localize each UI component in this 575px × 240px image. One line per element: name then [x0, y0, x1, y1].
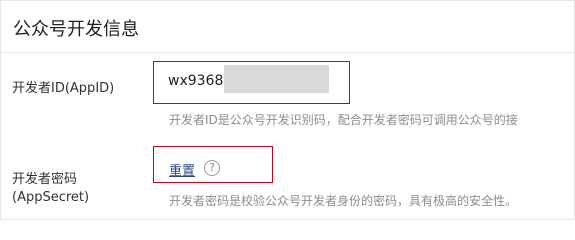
appsecret-label-sub: (AppSecret): [12, 190, 90, 205]
reset-secret-link[interactable]: 重置: [169, 160, 195, 179]
title-divider: [1, 52, 574, 53]
appsecret-hint: 开发者密码是校验公众号开发者身份的密码，具有极高的安全性。: [169, 194, 518, 208]
appsecret-label: 开发者密码: [12, 172, 78, 187]
appid-value: wx9368e: [168, 73, 232, 89]
question-circle-icon[interactable]: ?: [204, 160, 220, 176]
developer-info-panel: 公众号开发信息 开发者ID(AppID) wx9368e 开发者ID是公众号开发…: [0, 0, 575, 220]
appid-label: 开发者ID(AppID): [12, 81, 115, 96]
appid-hint: 开发者ID是公众号开发识别码，配合开发者密码可调用公众号的接: [169, 113, 518, 127]
section-title: 公众号开发信息: [13, 19, 139, 40]
appid-redaction: [224, 65, 329, 93]
